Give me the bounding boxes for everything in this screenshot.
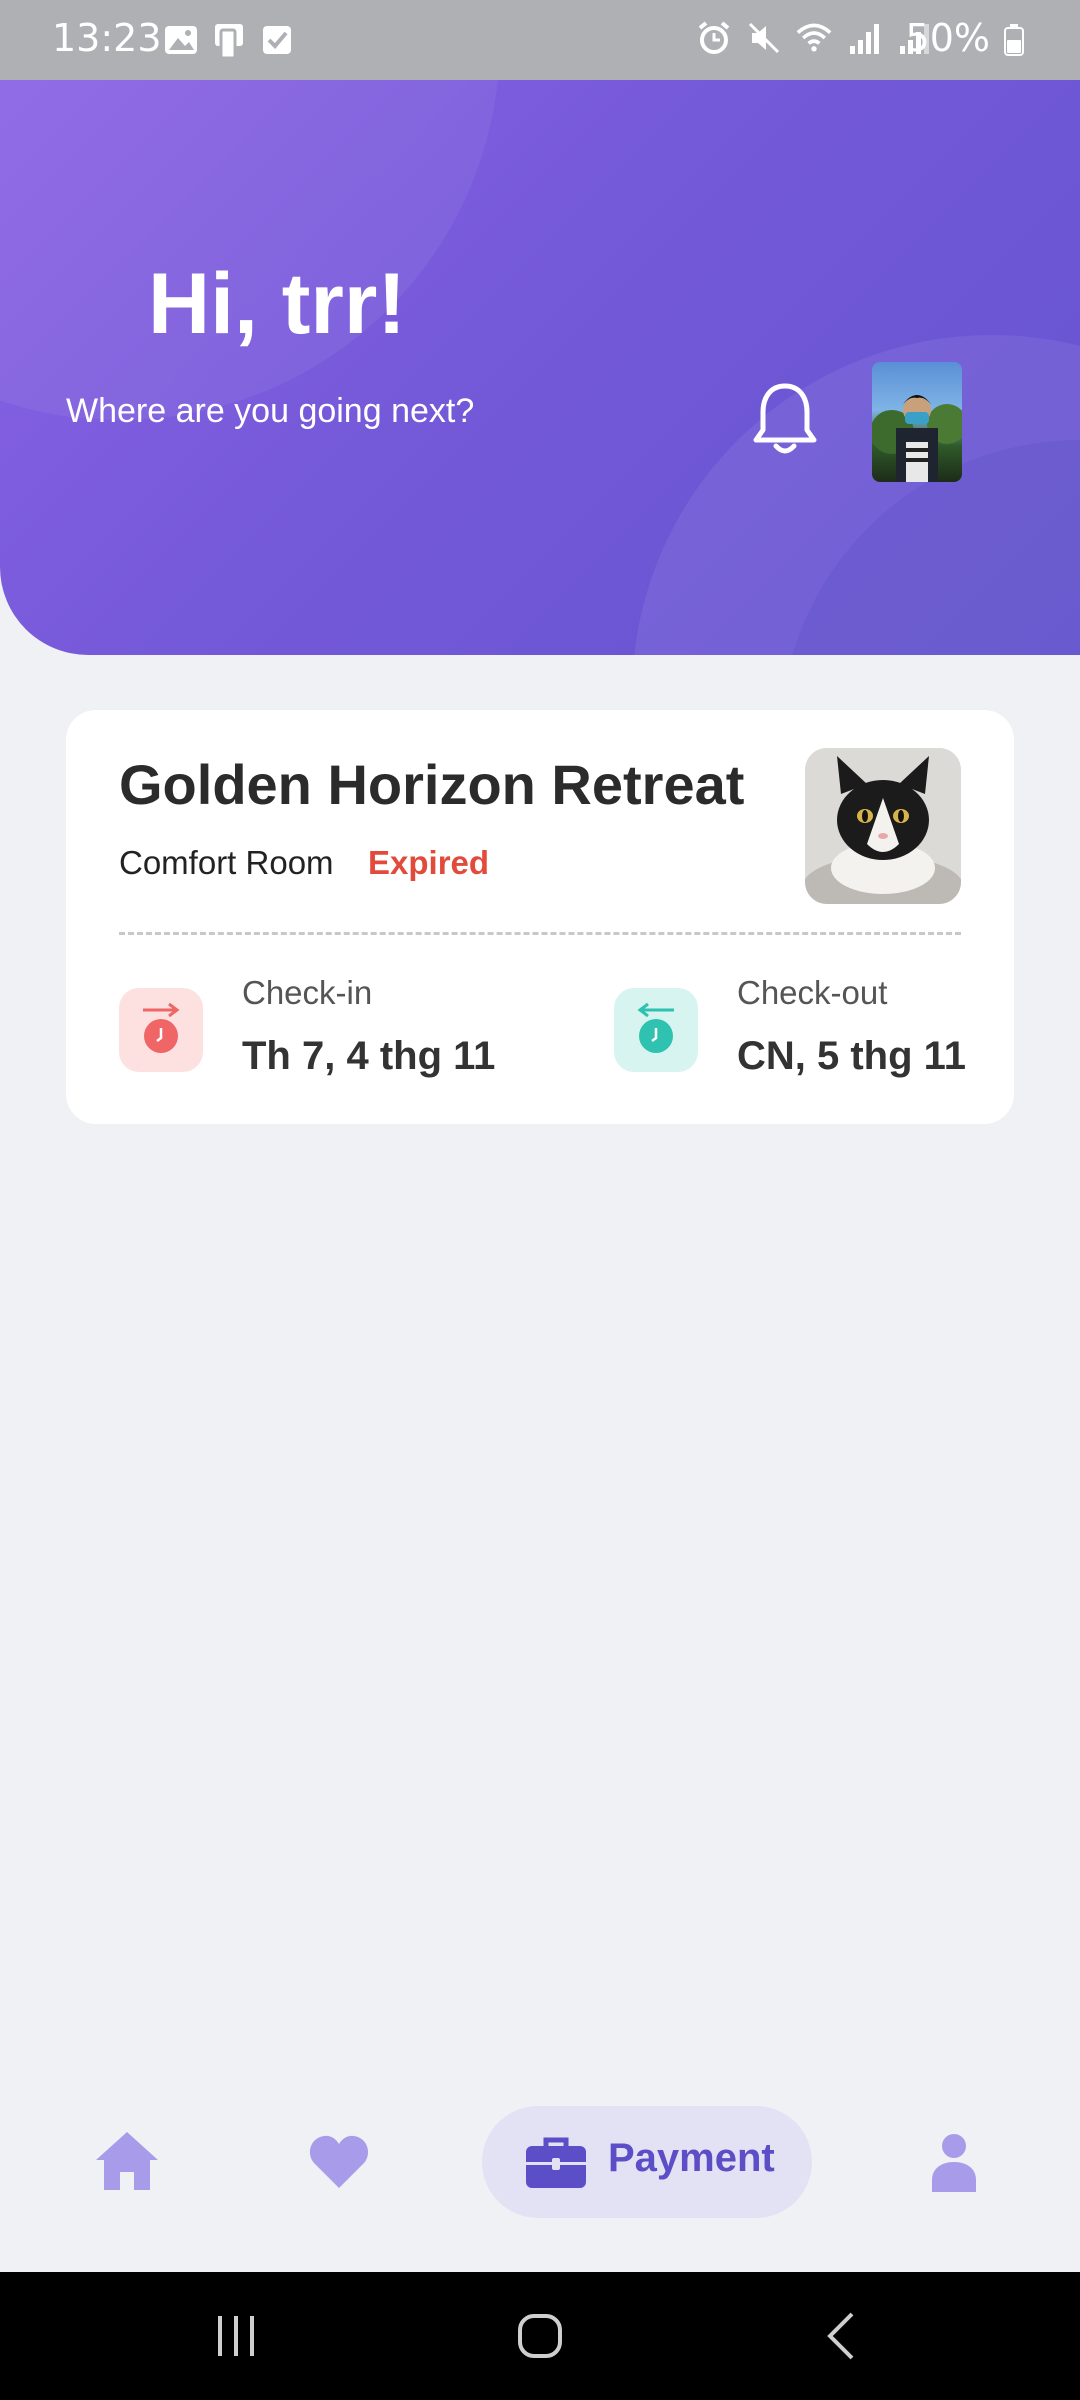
gallery-icon — [165, 26, 197, 54]
mute-icon — [748, 22, 780, 54]
status-time: 13:23 — [52, 16, 162, 60]
checkout-label: Check-out — [737, 974, 888, 1011]
battery-percent: 50% — [905, 16, 990, 60]
briefcase-icon — [526, 2137, 586, 2188]
checkout-date: CN, 5 thg 11 — [737, 1034, 966, 1078]
greeting-subtitle: Where are you going next? — [66, 392, 475, 430]
checkout-icon-badge — [614, 988, 698, 1072]
checkout-icon — [637, 1002, 674, 1053]
avatar-photo — [872, 395, 962, 482]
recent-apps-icon[interactable] — [214, 2310, 258, 2362]
cat-photo — [805, 748, 961, 904]
header-decoration — [0, 80, 500, 420]
checkin-date: Th 7, 4 thg 11 — [242, 1034, 496, 1078]
checkin-icon — [143, 1002, 180, 1053]
person-icon[interactable] — [930, 2132, 978, 2192]
notification-icons — [163, 20, 295, 60]
system-nav-bar — [0, 2272, 1080, 2400]
bell-icon[interactable] — [752, 380, 818, 458]
booking-card[interactable]: Golden Horizon Retreat Comfort Room Expi… — [66, 710, 1014, 1124]
room-type: Comfort Room — [119, 844, 334, 881]
checkin-icon-badge — [119, 988, 203, 1072]
battery-icon — [1004, 24, 1024, 56]
hotel-name: Golden Horizon Retreat — [119, 753, 745, 816]
checkbox-icon — [263, 26, 291, 54]
signal-icon — [850, 24, 879, 54]
greeting-title: Hi, trr! — [148, 256, 406, 352]
system-status-icons — [696, 18, 932, 58]
status-bar: 13:23 50% — [0, 0, 1080, 80]
header-banner: Hi, trr! Where are you going next? — [0, 80, 1080, 655]
phone-link-icon — [215, 24, 243, 60]
nav-payment-button[interactable]: Payment — [482, 2106, 812, 2218]
alarm-icon — [698, 21, 730, 54]
dashed-divider — [119, 932, 961, 935]
bottom-nav: Payment — [0, 2080, 1080, 2270]
nav-payment-label: Payment — [608, 2136, 775, 2180]
home-button-icon[interactable] — [514, 2310, 566, 2362]
home-icon[interactable] — [94, 2128, 160, 2194]
back-icon[interactable] — [822, 2310, 862, 2362]
wifi-icon — [796, 23, 832, 52]
status-badge: Expired — [368, 844, 490, 881]
hotel-thumbnail — [805, 748, 961, 904]
avatar[interactable] — [872, 362, 962, 482]
heart-icon[interactable] — [308, 2132, 370, 2190]
checkin-label: Check-in — [242, 974, 373, 1011]
